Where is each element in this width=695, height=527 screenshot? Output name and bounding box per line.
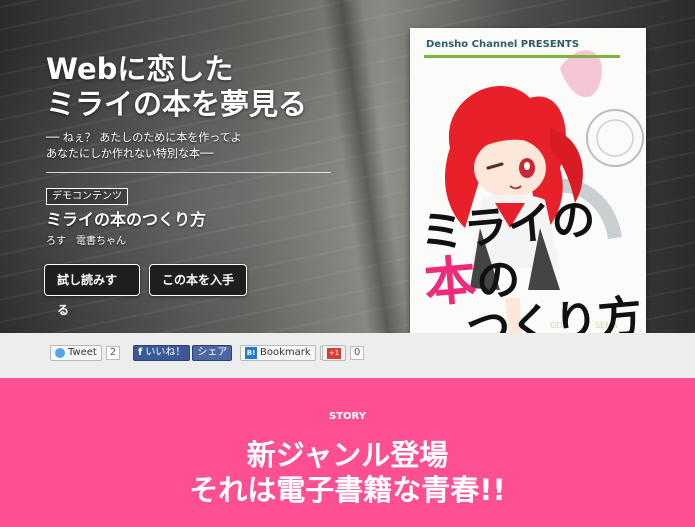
story-heading: 新ジャンル登場 それは電子書籍な青春!! [0, 438, 695, 509]
tweet-share: Tweet 2 [50, 345, 121, 361]
like-label: いいね！ [145, 347, 186, 358]
hatena-bookmark: B! Bookmark 0 [240, 345, 335, 361]
google-plus-count: 0 [350, 346, 365, 360]
cover-accent-bar [424, 55, 620, 58]
cover-title-part2: の [474, 253, 523, 309]
demo-badge: デモコンテンツ [46, 188, 128, 205]
facebook-share: f いいね！ シェア [133, 345, 233, 361]
share-bar: Tweet 2 f いいね！ シェア B! Bookmark 0 +1 0 [0, 333, 695, 378]
bookmark-label: Bookmark [260, 347, 311, 358]
story-label: STORY [329, 411, 366, 422]
facebook-share-button[interactable]: シェア [192, 345, 233, 361]
twitter-bird-icon [55, 348, 65, 358]
google-plus-share: +1 0 [322, 345, 365, 361]
hatena-icon: B! [245, 347, 257, 359]
tagline-line-1: ── ねぇ？ あたしのために本を作ってよ [46, 131, 242, 144]
cover-presents: Densho Channel PRESENTS [426, 39, 580, 50]
read-sample-button[interactable]: 試し読みする [44, 264, 140, 317]
tagline: ── ねぇ？ あたしのために本を作ってよ あなたにしか作れない特別な本── [46, 130, 242, 162]
book-author: ろす 電書ちゃん [46, 236, 126, 247]
google-plus-button[interactable]: +1 [322, 345, 346, 361]
tweet-count: 2 [105, 346, 121, 360]
story-heading-line-2: それは電子書籍な青春!! [189, 473, 506, 508]
divider [46, 172, 331, 173]
hatena-bookmark-button[interactable]: B! Bookmark [240, 345, 316, 361]
book-cover[interactable]: OD SEMA Densho Channel PRESENTS ミライの本の つ… [410, 28, 646, 360]
facebook-icon: f [138, 347, 143, 358]
story-heading-line-1: 新ジャンル登場 [246, 438, 449, 472]
story-section: STORY 新ジャンル登場 それは電子書籍な青春!! [0, 378, 695, 527]
facebook-like-button[interactable]: f いいね！ [133, 345, 191, 361]
page-title: Webに恋した ミライの本を夢見る [46, 52, 307, 123]
tweet-button[interactable]: Tweet [50, 345, 102, 361]
tagline-line-2: あなたにしか作れない特別な本── [46, 146, 214, 160]
tweet-label: Tweet [68, 347, 97, 358]
title-line-2: ミライの本を夢見る [46, 87, 308, 122]
title-line-1: Webに恋した [46, 52, 234, 86]
book-title: ミライの本のつくり方 [46, 210, 207, 229]
google-plus-icon: +1 [327, 347, 341, 359]
get-book-button[interactable]: この本を入手 [149, 264, 247, 296]
